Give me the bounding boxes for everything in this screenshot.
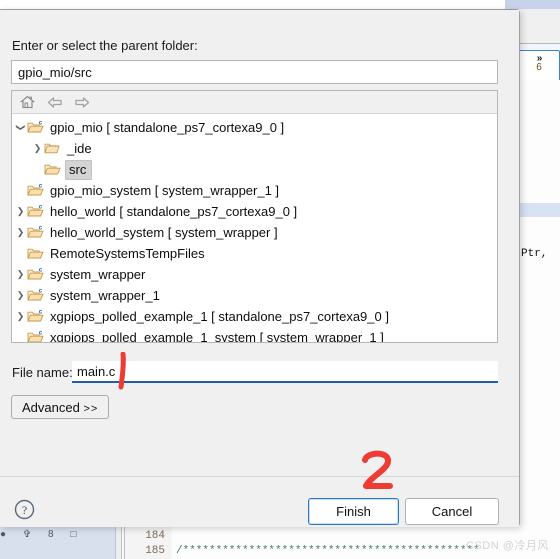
ide-selected-line	[519, 203, 560, 217]
back-arrow-icon[interactable]	[46, 94, 63, 110]
c-project-folder-icon: c	[27, 120, 45, 135]
screenshot-root: ‹ » 6 Ptr, ● ✞ 8 □ 184 185 /************…	[0, 0, 560, 559]
svg-text:c: c	[39, 268, 43, 274]
svg-text:c: c	[39, 184, 43, 190]
cancel-button[interactable]: Cancel	[405, 498, 499, 525]
svg-text:c: c	[39, 289, 43, 295]
tree-item[interactable]: src	[12, 159, 497, 180]
tree-item[interactable]: ❯ _ide	[12, 138, 497, 159]
tree-item[interactable]: c xgpiops_polled_example_1_system [ syste…	[12, 327, 497, 343]
c-project-folder-icon: c	[27, 183, 45, 198]
tree-item[interactable]: ❯ c system_wrapper	[12, 264, 497, 285]
tree-item-label: RemoteSystemsTempFiles	[50, 245, 205, 261]
help-icon[interactable]: ?	[14, 499, 35, 520]
parent-folder-input[interactable]	[11, 60, 498, 84]
home-icon[interactable]	[19, 94, 36, 110]
ide-code-fragment: Ptr,	[521, 248, 548, 260]
chevron-right-icon[interactable]: ❯	[14, 312, 27, 321]
folder-closed-icon	[44, 141, 62, 156]
parent-folder-label: Enter or select the parent folder:	[12, 38, 198, 53]
file-name-label: File name:	[12, 365, 73, 380]
folder-open-icon	[27, 246, 45, 261]
ide-top-strip	[0, 0, 560, 9]
svg-text:c: c	[39, 205, 43, 211]
device-icon: ●	[0, 529, 7, 540]
chevron-right-icon[interactable]: ❯	[31, 144, 44, 153]
tree-toolbar	[12, 91, 497, 114]
svg-text:c: c	[39, 121, 43, 127]
editor-line-number-gutter: 184 185	[124, 527, 170, 559]
tree-item-label: system_wrapper	[50, 266, 146, 282]
ide-editor-canvas	[519, 80, 560, 527]
tree-item-list: ❯ c gpio_mio [ standalone_ps7_cortexa9_0 ]…	[12, 114, 497, 343]
square-icon: □	[70, 529, 77, 540]
tree-item[interactable]: ❯ c xgpiops_polled_example_1 [ standalone_…	[12, 306, 497, 327]
line-number: 184	[145, 530, 165, 542]
tree-item[interactable]: ❯ c system_wrapper_1	[12, 285, 497, 306]
editor-tab-count: 6	[536, 62, 542, 73]
folder-open-icon	[44, 162, 62, 177]
forward-arrow-icon[interactable]	[73, 94, 90, 110]
finish-button[interactable]: Finish	[308, 498, 399, 525]
file-name-input[interactable]	[72, 361, 498, 383]
chevron-right-icon[interactable]: ❯	[14, 228, 27, 237]
advanced-button[interactable]: Advanced >>	[11, 395, 110, 419]
bug-icon: ✞	[22, 529, 32, 540]
tree-item[interactable]: RemoteSystemsTempFiles	[12, 243, 497, 264]
tree-item[interactable]: ❯ c gpio_mio [ standalone_ps7_cortexa9_0 ]	[12, 117, 497, 138]
advanced-button-label: Advanced	[22, 399, 80, 415]
tree-item[interactable]: ❯ c hello_world [ standalone_ps7_cortexa9_…	[12, 201, 497, 222]
tree-item[interactable]: c gpio_mio_system [ system_wrapper_1 ]	[12, 180, 497, 201]
tree-item[interactable]: ❯ c hello_world_system [ system_wrapper ]	[12, 222, 497, 243]
c-project-folder-icon: c	[27, 330, 45, 342]
tree-item-label: gpio_mio [ standalone_ps7_cortexa9_0 ]	[50, 119, 285, 135]
new-source-file-dialog: Enter or select the parent folder: gpio_…	[0, 9, 520, 527]
chevron-right-icon[interactable]: ❯	[14, 207, 27, 216]
c-project-folder-icon: c	[27, 288, 45, 303]
ide-bottom-strip: ● ✞ 8 □ 184 185 /***********************…	[0, 527, 560, 559]
tree-item-label: src	[65, 159, 93, 180]
chevron-right-icon[interactable]: ❯	[14, 291, 27, 300]
counter-icon: 8	[48, 529, 54, 540]
tree-item-label: xgpiops_polled_example_1 [ standalone_ps…	[50, 308, 389, 324]
editor-code-line: /***************************************…	[172, 527, 560, 559]
folder-tree-view[interactable]: ❯ c gpio_mio [ standalone_ps7_cortexa9_0 ]…	[11, 90, 498, 343]
svg-text:?: ?	[22, 503, 27, 517]
ide-bottom-divider	[115, 527, 122, 559]
tree-item-label: system_wrapper_1	[50, 287, 160, 303]
code-comment-line: /***************************************…	[176, 545, 480, 557]
tree-item-label: xgpiops_polled_example_1_system [ system…	[50, 329, 384, 343]
c-project-folder-icon: c	[27, 225, 45, 240]
c-project-folder-icon: c	[27, 204, 45, 219]
svg-text:c: c	[39, 331, 43, 337]
ide-titlebar-sliver	[505, 0, 560, 9]
svg-text:c: c	[39, 226, 43, 232]
chevron-down-icon[interactable]: ❯	[16, 121, 26, 134]
tree-item-label: _ide	[67, 140, 92, 156]
c-project-folder-icon: c	[27, 309, 45, 324]
tree-item-label: gpio_mio_system [ system_wrapper_1 ]	[50, 182, 280, 198]
ide-bottom-icon-row: ● ✞ 8 □	[0, 527, 115, 543]
tree-item-label: hello_world [ standalone_ps7_cortexa9_0 …	[50, 203, 298, 219]
ide-bottom-left-panel: ● ✞ 8 □	[0, 527, 115, 559]
c-project-folder-icon: c	[27, 267, 45, 282]
chevron-right-icon[interactable]: ❯	[14, 270, 27, 279]
tree-item-label: hello_world_system [ system_wrapper ]	[50, 224, 278, 240]
dialog-body: Enter or select the parent folder: gpio_…	[0, 10, 519, 475]
editor-tab-overflow[interactable]: » 6	[518, 50, 560, 80]
svg-text:c: c	[39, 310, 43, 316]
line-number: 185	[145, 545, 165, 557]
advanced-caret-icon: >>	[83, 402, 99, 415]
